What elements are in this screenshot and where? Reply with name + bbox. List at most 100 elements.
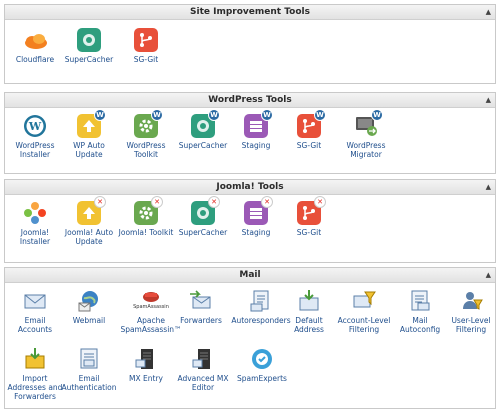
autoresponder-icon [248,288,274,314]
wordpress-badge-icon: W [261,109,273,121]
tool-label: WordPress Installer [15,141,55,159]
panel-header: Site Improvement Tools ▲ [5,5,495,20]
supercacher-icon [76,27,102,53]
wordpress-badge-icon: W [94,109,106,121]
joomla-badge-icon: ✕ [151,196,163,208]
tool-label: Joomla! Auto Update [64,228,114,246]
mail-autoconfig-tool[interactable]: Mail Autoconfig [392,288,448,334]
wordpress-badge-icon: W [208,109,220,121]
staging-tool[interactable]: ✕ Staging [228,196,284,237]
collapse-arrow-icon[interactable]: ▲ [486,268,491,282]
server-icon [190,346,216,372]
tool-label: User-Level Filtering [451,316,491,334]
collapse-arrow-icon[interactable]: ▲ [486,93,491,107]
joomla-badge-icon: ✕ [314,196,326,208]
supercacher-tool[interactable]: ✕ SuperCacher [175,196,231,237]
forwarders-tool[interactable]: Forwarders [173,288,229,325]
tool-label: Default Address [294,316,324,334]
tool-label: Joomla! Toolkit [118,228,174,237]
tool-label: MX Entry [129,374,163,383]
default-address-tool[interactable]: Default Address [281,288,337,334]
tool-label: Account-Level Filtering [337,316,391,334]
wordpress-badge-icon: W [314,109,326,121]
supercacher-icon: ✕ [190,196,220,226]
collapse-arrow-icon[interactable]: ▲ [486,5,491,19]
staging-tool[interactable]: W Staging [228,109,284,150]
advanced-mx-editor-tool[interactable]: Advanced MX Editor [175,346,231,392]
tool-label: SuperCacher [178,228,228,237]
email-authentication-tool[interactable]: Email Authentication [61,346,117,392]
tool-label: SuperCacher [64,55,114,64]
panel-title: Mail [239,270,261,280]
sg-git-tool[interactable]: SG-Git [118,27,174,64]
joomla-toolkit-tool[interactable]: ✕ Joomla! Toolkit [118,196,174,237]
tool-label: SpamExperts [237,374,287,383]
import-addresses-tool[interactable]: Import Addresses and Forwarders [7,346,63,401]
wordpress-tools-panel: WordPress Tools ▲ W WordPress Installer … [4,92,496,174]
panel-header: WordPress Tools ▲ [5,93,495,108]
wordpress-installer-tool[interactable]: W WordPress Installer [7,113,63,159]
tool-label: WP Auto Update [73,141,105,159]
git-branch-icon: W [296,109,326,139]
spamexperts-tool[interactable]: SpamExperts [231,346,293,383]
site-improvement-panel: Site Improvement Tools ▲ Cloudflare Supe… [4,4,496,84]
spamexperts-icon [249,346,275,372]
panel-title: WordPress Tools [208,95,292,105]
filter-funnel-icon [351,288,377,314]
forward-mail-icon [188,288,214,314]
tool-label: Staging [241,228,271,237]
webmail-tool[interactable]: Webmail [61,288,117,325]
joomla-installer-tool[interactable]: Joomla! Installer [7,200,63,246]
server-icon [133,346,159,372]
default-address-icon [296,288,322,314]
account-level-filtering-tool[interactable]: Account-Level Filtering [336,288,392,334]
tool-label: Email Authentication [61,374,117,392]
cloudflare-tool[interactable]: Cloudflare [7,27,63,64]
tool-label: SG-Git [133,55,159,64]
wordpress-badge-icon: W [151,109,163,121]
tool-label: Webmail [72,316,106,325]
joomla-auto-update-tool[interactable]: ✕ Joomla! Auto Update [61,196,117,246]
mx-entry-tool[interactable]: MX Entry [118,346,174,383]
collapse-arrow-icon[interactable]: ▲ [486,180,491,194]
tool-label: Forwarders [180,316,222,325]
wordpress-logo-icon: W [22,113,48,139]
joomla-badge-icon: ✕ [208,196,220,208]
tool-label: SG-Git [296,141,322,150]
panel-title: Joomla! Tools [216,182,284,192]
tool-label: WordPress Toolkit [126,141,166,159]
panel-title: Site Improvement Tools [190,7,310,17]
joomla-tools-panel: Joomla! Tools ▲ Joomla! Installer ✕ Joom… [4,179,496,263]
tool-label: Mail Autoconfig [399,316,441,334]
tool-label: SuperCacher [178,141,228,150]
tool-label: Import Addresses and Forwarders [7,374,63,401]
mail-panel: Mail ▲ Email Accounts Webmail SpamAssass… [4,267,496,409]
wordpress-badge-icon: W [371,109,383,121]
supercacher-tool[interactable]: W SuperCacher [175,109,231,150]
tool-label: SG-Git [296,228,322,237]
supercacher-icon: W [190,109,220,139]
wordpress-toolkit-tool[interactable]: W WordPress Toolkit [118,109,174,159]
tool-label: Email Accounts [17,316,53,334]
joomla-logo-icon [22,200,48,226]
tool-label: Staging [241,141,271,150]
panel-header: Mail ▲ [5,268,495,283]
sg-git-tool[interactable]: ✕ SG-Git [281,196,337,237]
git-branch-icon [133,27,159,53]
auto-update-icon: ✕ [76,196,106,226]
wp-auto-update-tool[interactable]: W WP Auto Update [61,109,117,159]
joomla-badge-icon: ✕ [261,196,273,208]
wordpress-migrator-tool[interactable]: W WordPress Migrator [338,109,394,159]
user-level-filtering-tool[interactable]: User-Level Filtering [445,288,497,334]
import-icon [22,346,48,372]
migrator-icon: W [353,109,383,139]
supercacher-tool[interactable]: SuperCacher [61,27,117,64]
git-branch-icon: ✕ [296,196,326,226]
autoconfig-icon [407,288,433,314]
sg-git-tool[interactable]: W SG-Git [281,109,337,150]
email-accounts-tool[interactable]: Email Accounts [7,288,63,334]
auto-update-icon: W [76,109,106,139]
staging-icon: ✕ [243,196,273,226]
tool-label: Advanced MX Editor [177,374,229,392]
cloudflare-icon [22,27,48,53]
